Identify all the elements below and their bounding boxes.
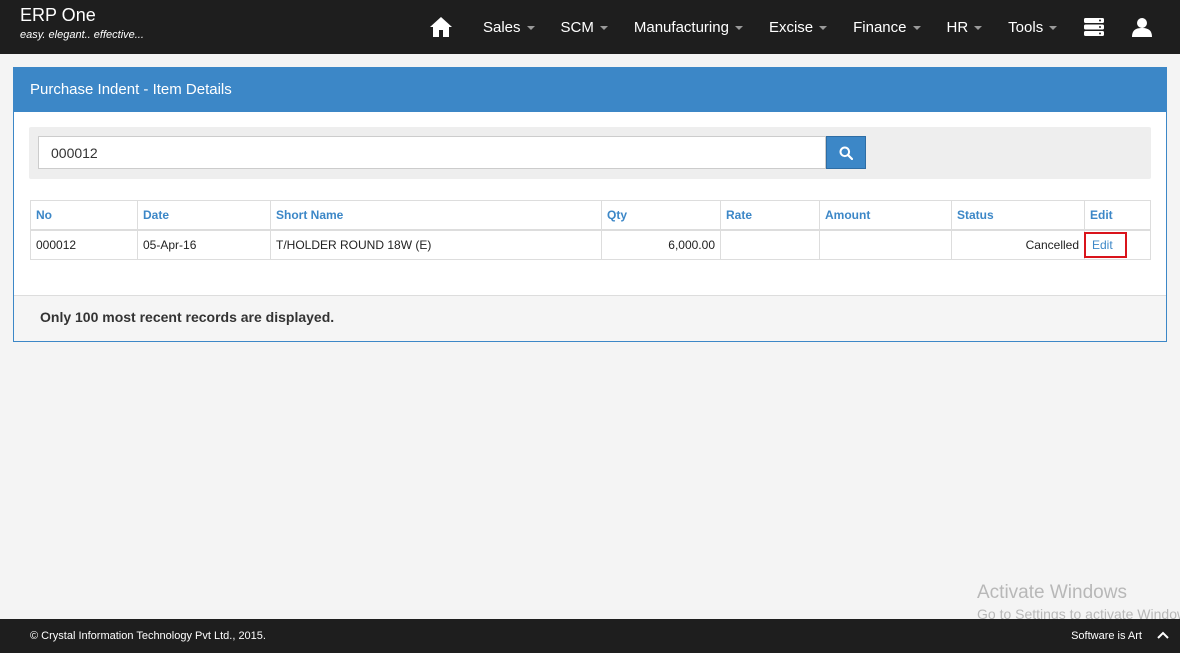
footer-copyright: © Crystal Information Technology Pvt Ltd… (30, 630, 266, 642)
search-input[interactable] (38, 136, 826, 169)
cell-short-name: T/HOLDER ROUND 18W (E) (270, 229, 602, 260)
brand[interactable]: ERP One easy. elegant.. effective... (20, 5, 144, 41)
caret-down-icon (599, 26, 608, 30)
col-header-qty[interactable]: Qty (601, 200, 721, 231)
nav-tools[interactable]: Tools (995, 0, 1070, 54)
cell-rate (720, 229, 820, 260)
nav-excise-label: Excise (768, 18, 814, 36)
search-bar (29, 127, 1151, 179)
brand-title[interactable]: ERP One (20, 5, 144, 25)
cell-no: 000012 (30, 229, 138, 260)
server-icon (1084, 18, 1105, 36)
search-button[interactable] (826, 136, 866, 169)
col-header-edit[interactable]: Edit (1084, 200, 1151, 231)
col-header-date[interactable]: Date (137, 200, 271, 231)
nav-manufacturing-label: Manufacturing (633, 18, 729, 36)
cell-edit: Edit (1084, 229, 1151, 260)
nav-sales-label: Sales (483, 18, 521, 36)
home-icon (430, 17, 452, 37)
nav-hr[interactable]: HR (934, 0, 996, 54)
nav-scm-label: SCM (560, 18, 594, 36)
nav-manufacturing[interactable]: Manufacturing (621, 0, 756, 54)
nav-finance-label: Finance (853, 18, 907, 36)
col-header-amount[interactable]: Amount (819, 200, 952, 231)
cell-qty: 6,000.00 (601, 229, 721, 260)
panel-title: Purchase Indent - Item Details (14, 68, 1166, 112)
table-row: 000012 05-Apr-16 T/HOLDER ROUND 18W (E) … (30, 229, 1151, 260)
cell-amount (819, 229, 952, 260)
nav-server-button[interactable] (1070, 0, 1118, 54)
nav-hr-label: HR (946, 18, 969, 36)
watermark-line1: Activate Windows (977, 582, 1127, 603)
main-nav: Sales SCM Manufacturing Excise Finance H… (422, 0, 1166, 54)
user-icon (1132, 18, 1153, 37)
top-navbar: ERP One easy. elegant.. effective... Sal… (0, 0, 1180, 54)
footer-tagline: Software is Art (1071, 630, 1142, 642)
search-icon (839, 146, 853, 160)
col-header-rate[interactable]: Rate (720, 200, 820, 231)
caret-down-icon (526, 26, 535, 30)
nav-sales[interactable]: Sales (470, 0, 548, 54)
caret-down-icon (974, 26, 983, 30)
edit-link[interactable]: Edit (1084, 231, 1127, 258)
table-header-row: No Date Short Name Qty Rate Amount Statu… (30, 200, 1151, 231)
page-footer: © Crystal Information Technology Pvt Ltd… (0, 619, 1180, 653)
caret-down-icon (1049, 26, 1058, 30)
col-header-short-name[interactable]: Short Name (270, 200, 602, 231)
scroll-top-button[interactable] (1156, 628, 1170, 642)
activation-watermark: Activate Windows Go to Settings to activ… (977, 582, 1180, 622)
caret-down-icon (734, 26, 743, 30)
chevron-up-icon (1157, 631, 1169, 639)
nav-scm[interactable]: SCM (548, 0, 621, 54)
col-header-no[interactable]: No (30, 200, 138, 231)
caret-down-icon (912, 26, 921, 30)
items-table: No Date Short Name Qty Rate Amount Statu… (30, 200, 1151, 260)
brand-tagline: easy. elegant.. effective... (20, 29, 144, 41)
panel-footer-note: Only 100 most recent records are display… (14, 295, 1166, 341)
caret-down-icon (819, 26, 828, 30)
nav-user-button[interactable] (1118, 0, 1166, 54)
purchase-indent-panel: Purchase Indent - Item Details No Date S… (13, 67, 1167, 342)
nav-excise[interactable]: Excise (756, 0, 840, 54)
cell-status: Cancelled (951, 229, 1085, 260)
cell-date: 05-Apr-16 (137, 229, 271, 260)
nav-finance[interactable]: Finance (840, 0, 933, 54)
nav-home[interactable] (422, 0, 460, 54)
col-header-status[interactable]: Status (951, 200, 1085, 231)
nav-tools-label: Tools (1008, 18, 1044, 36)
